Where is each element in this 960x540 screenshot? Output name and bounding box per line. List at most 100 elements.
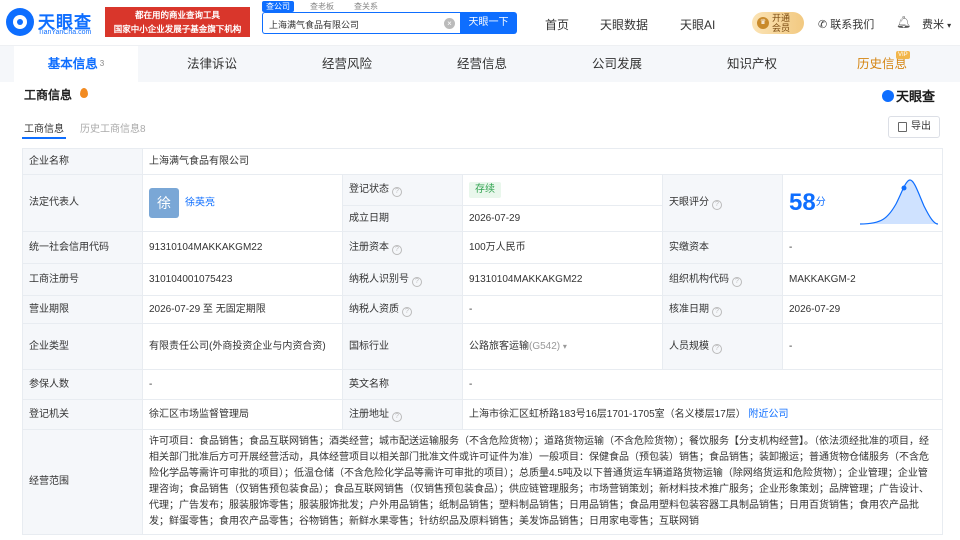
table-row: 企业类型 有限责任公司(外商投资企业与内资合资) 国标行业 公路旅客运输(G54…	[22, 323, 944, 370]
tab-label: 基本信息	[47, 57, 98, 71]
authority-label: 登记机关	[22, 399, 143, 430]
phone-icon: ✆	[818, 19, 828, 31]
score-label: 天眼评分?	[662, 174, 783, 232]
reg-status-label: 登记状态?	[342, 174, 463, 206]
legal-rep-link[interactable]: 徐英亮	[185, 198, 215, 209]
score-unit: 分	[815, 196, 826, 208]
contact-us-link[interactable]: ✆ 联系我们	[818, 16, 874, 32]
table-row: 经营范围 许可项目：食品销售；食品互联网销售；酒类经营；城市配送运输服务（不含危…	[22, 429, 944, 535]
industry-label: 国标行业	[342, 323, 463, 370]
label-text: 登记状态	[349, 184, 389, 195]
label-text: 天眼评分	[669, 197, 709, 208]
table-row: 企业名称 上海满气食品有限公司	[22, 148, 944, 175]
industry-cell[interactable]: 公路旅客运输(G542) ▾	[462, 323, 663, 370]
contact-label: 联系我们	[830, 19, 875, 31]
export-button[interactable]: 导出	[888, 116, 940, 138]
tab-basic-info[interactable]: 基本信息 3	[14, 46, 138, 82]
subtab-count: 8	[140, 124, 146, 135]
section-title: 工商信息	[24, 88, 73, 102]
scope-value: 许可项目：食品销售；食品互联网销售；酒类经营；城市配送运输服务（不含危险货物）；…	[141, 429, 944, 535]
vip-upgrade-button[interactable]: ♛ 开通 会员	[752, 12, 804, 34]
staff-value: -	[781, 323, 944, 370]
taxpayer-id-label: 纳税人识别号?	[342, 263, 463, 296]
industry-code: (G542)	[529, 340, 561, 352]
business-info-table: 企业名称 上海满气食品有限公司 法定代表人 徐徐英亮 登记状态? 存续 天眼评分…	[22, 148, 944, 535]
english-value: -	[461, 369, 944, 400]
credit-code-value: 91310104MAKKAKGM22	[142, 231, 343, 264]
table-row: 工商注册号 310104001075423 纳税人识别号? 91310104MA…	[22, 263, 944, 296]
label-text: 核准日期	[669, 303, 709, 315]
label-text: 人员规模	[669, 340, 709, 352]
search-input[interactable]: 上海满气食品有限公司 ×	[262, 12, 460, 34]
reg-no-label: 工商注册号	[22, 263, 143, 296]
clear-icon[interactable]: ×	[444, 18, 455, 29]
export-label: 导出	[911, 121, 931, 132]
subtab-history-business-info[interactable]: 历史工商信息8	[80, 120, 146, 135]
tab-development[interactable]: 公司发展	[555, 46, 679, 82]
chevron-down-icon: ▾	[562, 341, 567, 351]
reg-no-value: 310104001075423	[142, 263, 343, 296]
chevron-down-icon: ▾	[947, 21, 952, 30]
table-row: 法定代表人 徐徐英亮 登记状态? 存续 天眼评分? 58分	[22, 174, 944, 232]
fire-icon	[80, 88, 88, 98]
tab-history[interactable]: 历史信息	[820, 46, 944, 82]
status-badge: 存续	[469, 182, 501, 198]
company-name-label: 企业名称	[22, 148, 143, 175]
promo-line-2: 国家中小企业发展子基金旗下机构	[113, 24, 242, 34]
score-curve-icon	[860, 179, 939, 225]
avatar[interactable]: 徐	[149, 188, 179, 218]
legal-rep-label: 法定代表人	[22, 174, 143, 232]
paid-capital-label: 实缴资本	[662, 231, 783, 264]
term-label: 营业期限	[22, 295, 143, 324]
approve-date-label: 核准日期?	[662, 295, 783, 324]
tab-legal[interactable]: 法律诉讼	[150, 46, 274, 82]
org-code-label: 组织机构代码?	[662, 263, 783, 296]
tab-count: 3	[99, 59, 105, 68]
nav-home[interactable]: 首页	[545, 16, 569, 33]
help-icon[interactable]: ?	[712, 306, 722, 317]
help-icon[interactable]: ?	[412, 276, 422, 287]
bell-icon[interactable]: 🔔︎	[896, 15, 911, 29]
search-button[interactable]: 天眼一下	[460, 12, 517, 34]
search-tab-company[interactable]: 查公司	[262, 1, 294, 12]
help-icon[interactable]: ?	[402, 306, 412, 317]
insured-label: 参保人数	[22, 369, 143, 400]
authority-value: 徐汇区市场监督管理局	[142, 399, 343, 430]
vip-tag: VIP	[896, 51, 910, 59]
nav-data[interactable]: 天眼数据	[600, 16, 648, 33]
subtab-business-info[interactable]: 工商信息	[24, 120, 64, 135]
search-tab-boss[interactable]: 查老板	[306, 1, 338, 12]
help-icon[interactable]: ?	[392, 411, 402, 422]
tab-ip[interactable]: 知识产权	[690, 46, 814, 82]
nearby-companies-link[interactable]: 附近公司	[749, 409, 789, 420]
help-icon[interactable]: ?	[712, 200, 722, 210]
help-icon[interactable]: ?	[392, 244, 402, 255]
org-code-value: MAKKAKGM-2	[781, 263, 944, 296]
user-menu[interactable]: 费米 ▾	[922, 16, 951, 32]
help-icon[interactable]: ?	[392, 187, 402, 197]
insured-value: -	[142, 369, 343, 400]
search-type-tabs: 查公司 查老板 查关系	[262, 1, 382, 12]
vip-line-1: 开通	[772, 13, 791, 23]
search-tab-relation[interactable]: 查关系	[350, 1, 382, 12]
approve-date-value: 2026-07-29	[781, 295, 944, 324]
table-row: 统一社会信用代码 91310104MAKKAKGM22 注册资本? 100万人民…	[22, 231, 944, 264]
score-cell[interactable]: 58分	[781, 174, 944, 232]
eye-logo-icon	[6, 8, 34, 36]
nav-ai[interactable]: 天眼AI	[680, 16, 715, 33]
promo-line-1: 都在用的商业查询工具	[134, 10, 220, 20]
table-row: 营业期限 2026-07-29 至 无固定期限 纳税人资质? - 核准日期? 2…	[22, 295, 944, 324]
label-text: 纳税人资质	[349, 303, 399, 315]
tab-risk[interactable]: 经营风险	[285, 46, 409, 82]
help-icon[interactable]: ?	[732, 276, 742, 287]
logo[interactable]: 天眼查 TianYanCha.com	[6, 6, 102, 40]
vip-line-2: 会员	[772, 23, 791, 33]
tab-operation[interactable]: 经营信息	[420, 46, 544, 82]
help-icon[interactable]: ?	[712, 343, 722, 354]
promo-banner[interactable]: 都在用的商业查询工具 国家中小企业发展子基金旗下机构	[105, 7, 250, 37]
scope-label: 经营范围	[22, 429, 143, 535]
type-label: 企业类型	[22, 323, 143, 370]
staff-label: 人员规模?	[662, 323, 783, 370]
table-row: 参保人数 - 英文名称 -	[22, 369, 944, 400]
legal-rep-cell: 徐徐英亮	[142, 174, 343, 232]
